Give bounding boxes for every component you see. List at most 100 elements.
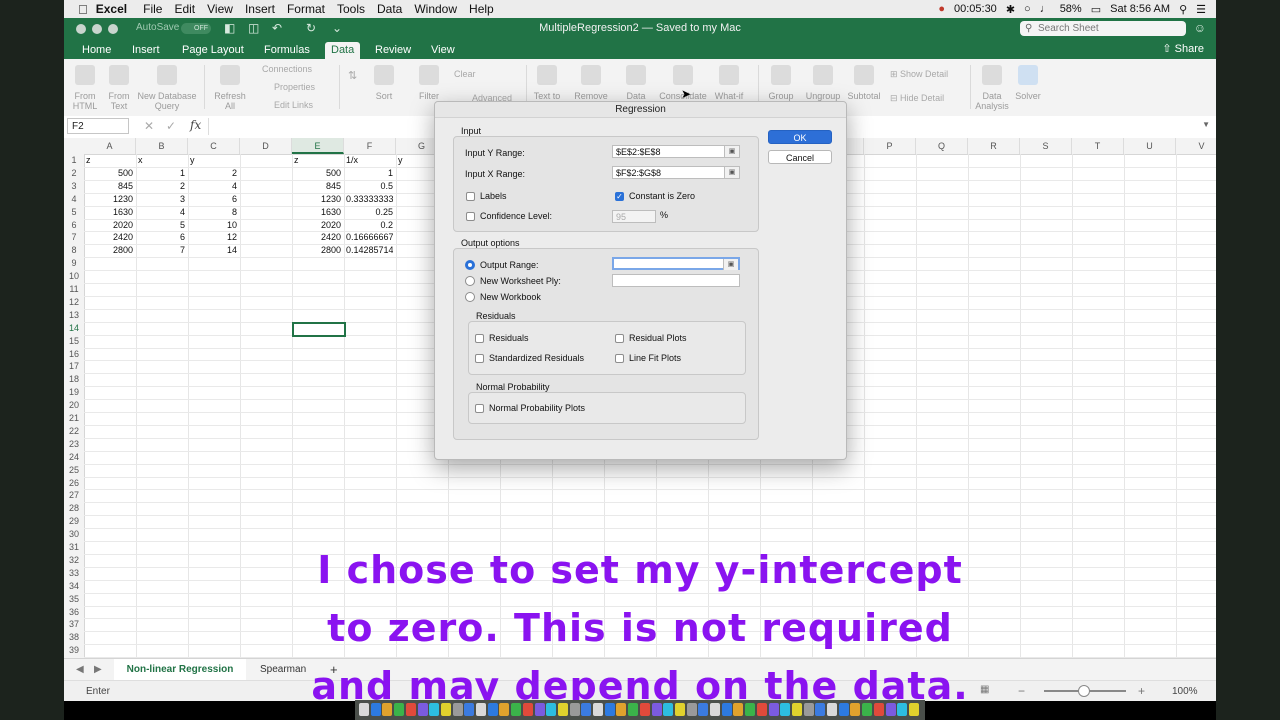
standardized-residuals-checkbox[interactable]: [475, 354, 484, 363]
cell-f3[interactable]: 0.5: [346, 180, 393, 193]
volume-icon[interactable]: ♩: [1040, 3, 1051, 15]
cell-b2[interactable]: 1: [138, 167, 185, 180]
from-text-button[interactable]: From Text: [104, 65, 134, 111]
ungroup-button[interactable]: Ungroup: [804, 65, 842, 101]
dock-app-icon[interactable]: [440, 703, 451, 716]
dock-app-icon[interactable]: [464, 703, 475, 716]
data-analysis-button[interactable]: Data Analysis: [974, 65, 1010, 111]
cell-f4[interactable]: 0.33333333: [346, 193, 393, 206]
column-header-c[interactable]: C: [188, 138, 240, 154]
cell-a7[interactable]: 2420: [86, 231, 133, 244]
column-header-e[interactable]: E: [292, 138, 344, 154]
dock-app-icon[interactable]: [780, 703, 791, 716]
dock-app-icon[interactable]: [499, 703, 510, 716]
row-header-2[interactable]: 2: [64, 167, 84, 180]
tab-formulas[interactable]: Formulas: [258, 42, 316, 59]
tab-home[interactable]: Home: [76, 42, 117, 59]
cell-a6[interactable]: 2020: [86, 219, 133, 232]
cell-f5[interactable]: 0.25: [346, 206, 393, 219]
cell-f1[interactable]: 1/x: [346, 154, 393, 167]
confidence-level-checkbox[interactable]: [466, 212, 475, 221]
new-workbook-radio[interactable]: [465, 292, 475, 302]
menu-view[interactable]: View: [207, 2, 233, 16]
confirm-entry-icon[interactable]: ✓: [166, 119, 176, 133]
labels-checkbox[interactable]: [466, 192, 475, 201]
cell-e5[interactable]: 1630: [294, 206, 341, 219]
dock-app-icon[interactable]: [803, 703, 814, 716]
row-header-23[interactable]: 23: [64, 438, 84, 451]
dock-app-icon[interactable]: [593, 703, 603, 716]
column-header-r[interactable]: R: [968, 138, 1020, 154]
row-header-4[interactable]: 4: [64, 193, 84, 206]
group-button[interactable]: Group: [764, 65, 798, 101]
tab-page-layout[interactable]: Page Layout: [176, 42, 250, 59]
cell-e4[interactable]: 1230: [294, 193, 341, 206]
collapse-dialog-icon[interactable]: ▣: [724, 167, 739, 178]
dock-app-icon[interactable]: [745, 703, 756, 716]
cell-c4[interactable]: 6: [190, 193, 237, 206]
cell-b6[interactable]: 5: [138, 219, 185, 232]
solver-button[interactable]: Solver: [1012, 65, 1044, 101]
output-range-radio[interactable]: [465, 260, 475, 270]
row-header-9[interactable]: 9: [64, 257, 84, 270]
row-header-13[interactable]: 13: [64, 309, 84, 322]
dock-app-icon[interactable]: [452, 703, 463, 716]
column-header-v[interactable]: V: [1176, 138, 1216, 154]
dock-app-icon[interactable]: [534, 703, 545, 716]
cell-c3[interactable]: 4: [190, 180, 237, 193]
row-header-1[interactable]: 1: [64, 154, 84, 167]
menu-insert[interactable]: Insert: [245, 2, 275, 16]
menu-tools[interactable]: Tools: [337, 2, 365, 16]
notification-center-icon[interactable]: ☰: [1196, 3, 1206, 16]
spotlight-icon[interactable]: ⚲: [1179, 3, 1187, 16]
cell-f8[interactable]: 0.14285714: [346, 244, 393, 257]
connections-button[interactable]: Connections: [262, 64, 312, 74]
dock-app-icon[interactable]: [674, 703, 685, 716]
dock-app-icon[interactable]: [522, 703, 533, 716]
cell-c6[interactable]: 10: [190, 219, 237, 232]
what-if-button[interactable]: What-if: [712, 65, 746, 101]
cell-a4[interactable]: 1230: [86, 193, 133, 206]
row-header-30[interactable]: 30: [64, 528, 84, 541]
cell-a8[interactable]: 2800: [86, 244, 133, 257]
menu-data[interactable]: Data: [377, 2, 402, 16]
app-menu[interactable]: Excel: [96, 2, 127, 16]
clock[interactable]: Sat 8:56 AM: [1110, 3, 1170, 15]
cell-a5[interactable]: 1630: [86, 206, 133, 219]
collapse-dialog-icon[interactable]: ▣: [724, 146, 739, 157]
row-header-24[interactable]: 24: [64, 451, 84, 464]
show-detail-button[interactable]: ⊞ Show Detail: [890, 69, 948, 80]
menu-file[interactable]: File: [143, 2, 162, 16]
record-icon[interactable]: ●: [938, 3, 945, 15]
cell-b8[interactable]: 7: [138, 244, 185, 257]
dock-app-icon[interactable]: [604, 703, 615, 716]
dock-app-icon[interactable]: [511, 703, 522, 716]
row-header-25[interactable]: 25: [64, 464, 84, 477]
row-header-7[interactable]: 7: [64, 231, 84, 244]
smiley-feedback-icon[interactable]: ☺: [1194, 21, 1206, 35]
row-header-35[interactable]: 35: [64, 593, 84, 606]
dock-app-icon[interactable]: [827, 703, 837, 716]
residuals-checkbox[interactable]: [475, 334, 484, 343]
insert-function-icon[interactable]: fx: [190, 118, 201, 132]
dock-app-icon[interactable]: [791, 703, 802, 716]
cell-f7[interactable]: 0.16666667: [346, 231, 393, 244]
filter-button[interactable]: Filter: [414, 65, 444, 101]
subtotal-button[interactable]: Subtotal: [844, 65, 884, 101]
input-x-range-field[interactable]: $F$2:$G$8 ▣: [612, 166, 740, 179]
dock-app-icon[interactable]: [885, 703, 896, 716]
column-header-q[interactable]: Q: [916, 138, 968, 154]
row-header-14[interactable]: 14: [64, 322, 84, 335]
dock-app-icon[interactable]: [873, 703, 884, 716]
dock-app-icon[interactable]: [476, 703, 486, 716]
tab-data[interactable]: Data: [325, 42, 361, 59]
cell-c5[interactable]: 8: [190, 206, 237, 219]
row-header-16[interactable]: 16: [64, 348, 84, 361]
input-y-range-field[interactable]: $E$2:$E$8 ▣: [612, 145, 740, 158]
dock-app-icon[interactable]: [698, 703, 709, 716]
row-header-6[interactable]: 6: [64, 219, 84, 232]
dock-app-icon[interactable]: [721, 703, 732, 716]
dock-app-icon[interactable]: [394, 703, 405, 716]
cell-e2[interactable]: 500: [294, 167, 341, 180]
cancel-button[interactable]: Cancel: [768, 150, 832, 164]
